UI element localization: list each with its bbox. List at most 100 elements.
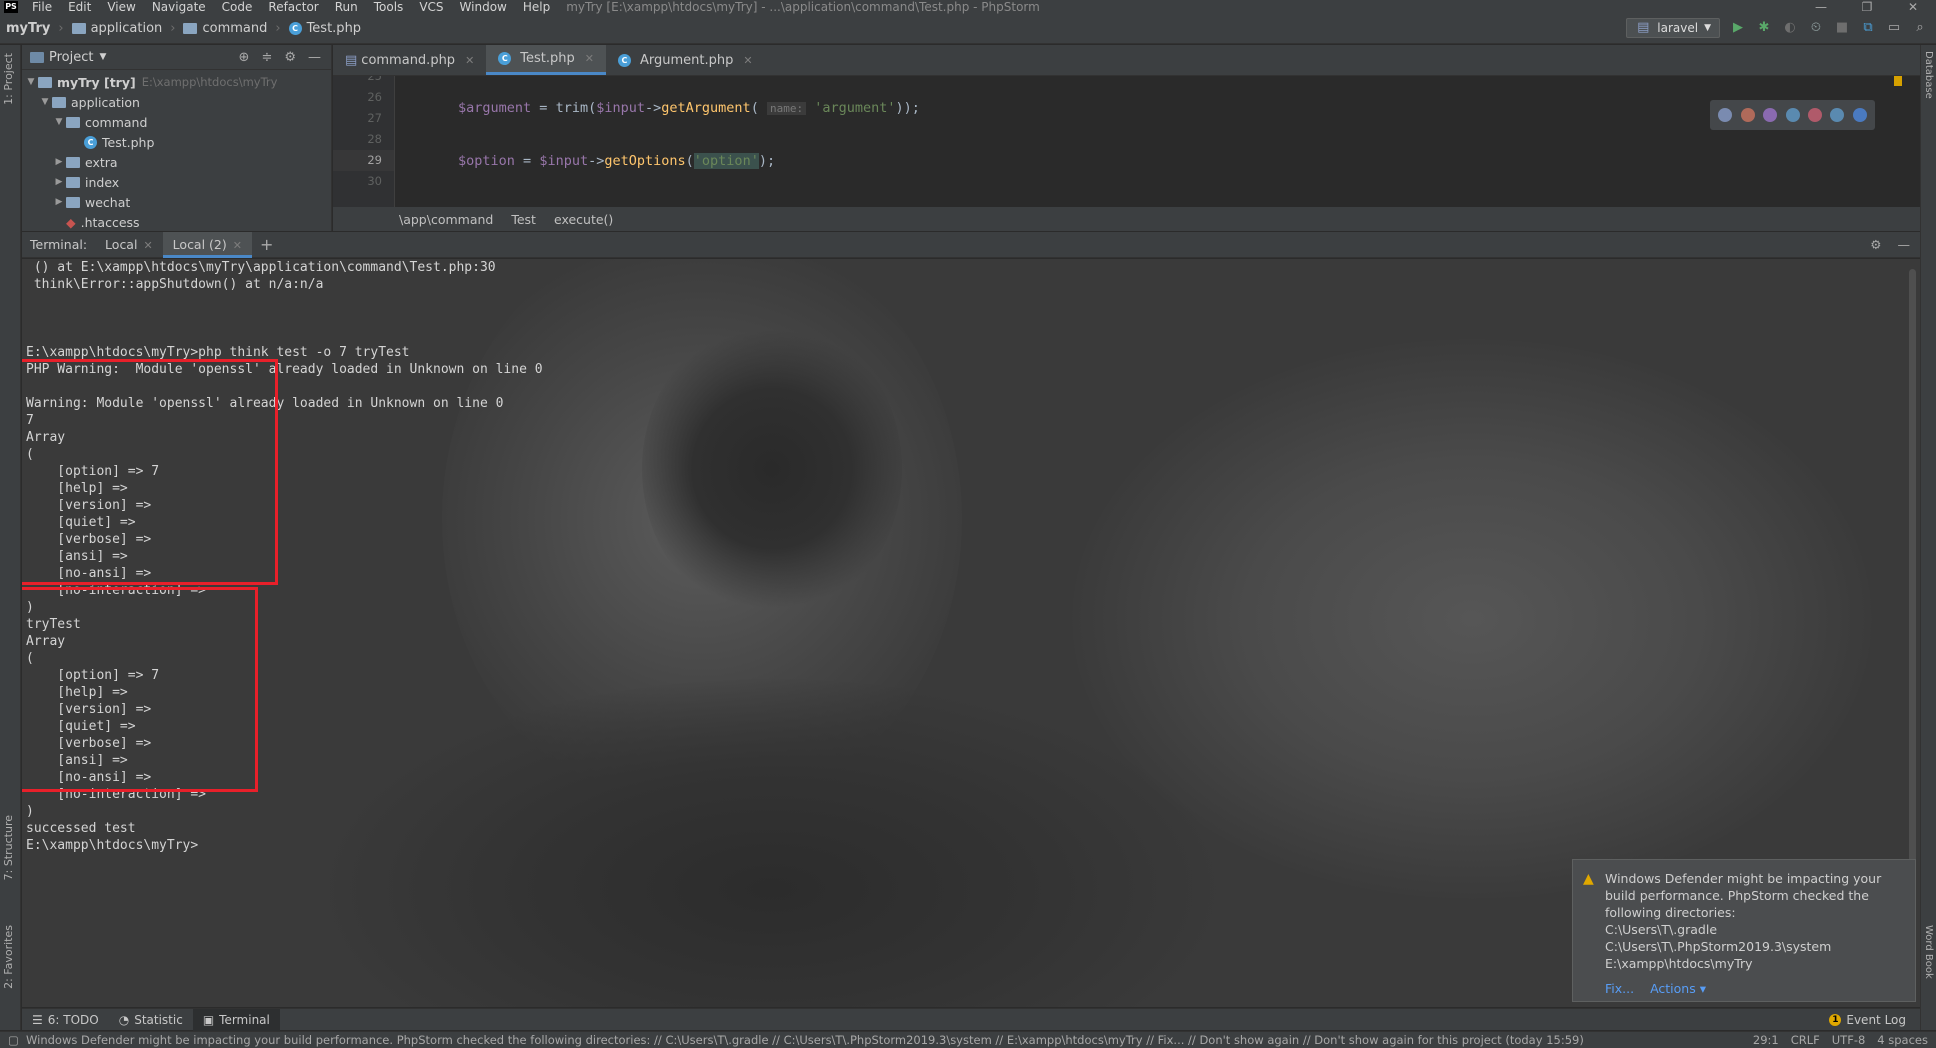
tab-label: Test.php [520, 51, 575, 66]
chevron-down-icon[interactable]: ▼ [99, 52, 106, 62]
php-script-icon: ▤ [1637, 20, 1650, 35]
restore-icon[interactable]: ❐ [1844, 0, 1890, 14]
tree-item-htaccess[interactable]: ◆ .htaccess [22, 212, 331, 231]
terminal-tab-local-2[interactable]: Local (2) ✕ [162, 231, 252, 258]
tree-item-label: wechat [85, 194, 131, 210]
nav-crumb-project[interactable]: myTry [0, 21, 58, 36]
menu-view[interactable]: View [99, 0, 143, 14]
breadcrumb-class[interactable]: Test [511, 212, 536, 227]
gear-icon[interactable]: ⚙ [284, 50, 296, 65]
edge-icon[interactable] [1852, 108, 1867, 122]
menu-vcs[interactable]: VCS [411, 0, 451, 14]
project-tool-tab[interactable]: 1: Project [2, 53, 15, 105]
breadcrumb-namespace[interactable]: \app\command [399, 212, 493, 227]
close-tab-icon[interactable]: ✕ [233, 239, 242, 252]
run-config-select[interactable]: ▤ laravel ▼ [1626, 18, 1720, 38]
collapse-icon[interactable]: ≑ [261, 50, 272, 65]
menu-tools[interactable]: Tools [366, 0, 412, 14]
safari-icon[interactable] [1785, 108, 1800, 122]
chevron-down-icon[interactable]: ▼ [52, 117, 66, 127]
profile-icon[interactable]: ⏲ [1808, 20, 1824, 36]
menu-code[interactable]: Code [214, 0, 261, 14]
menu-run[interactable]: Run [327, 0, 366, 14]
firefox-icon[interactable] [1763, 108, 1778, 122]
menu-edit[interactable]: Edit [60, 0, 99, 14]
nav-crumb-command[interactable]: command [177, 21, 275, 36]
opera-icon[interactable] [1807, 108, 1822, 122]
line-separator[interactable]: CRLF [1791, 1033, 1820, 1047]
minimize-icon[interactable]: — [1798, 0, 1844, 14]
chevron-right-icon[interactable]: ▶ [52, 177, 66, 187]
nav-crumb-application[interactable]: application [66, 21, 171, 36]
close-tab-icon[interactable]: ✕ [743, 54, 752, 67]
close-tab-icon[interactable]: ✕ [465, 54, 474, 67]
todo-tool-button[interactable]: ☰ 6: TODO [22, 1009, 109, 1031]
run-icon[interactable]: ▶ [1730, 20, 1746, 36]
coverage-icon[interactable]: ◐ [1782, 20, 1798, 36]
chevron-down-icon[interactable]: ▼ [38, 97, 52, 107]
tab-test-php[interactable]: C Test.php ✕ [486, 45, 606, 75]
nav-crumb-file[interactable]: C Test.php [283, 21, 369, 36]
terminal-tab-local[interactable]: Local ✕ [95, 232, 163, 258]
wordbook-tool-tab[interactable]: Word Book [1923, 925, 1934, 979]
warning-marker[interactable] [1894, 76, 1902, 86]
breadcrumb-method[interactable]: execute() [554, 212, 613, 227]
parameter-hint: name: [766, 102, 807, 115]
tab-argument-php[interactable]: C Argument.php ✕ [606, 45, 765, 75]
tab-command-php[interactable]: ▤ command.php ✕ [333, 45, 486, 75]
menu-refactor[interactable]: Refactor [260, 0, 326, 14]
tree-item-wechat[interactable]: ▶ wechat [22, 192, 331, 212]
menu-window[interactable]: Window [452, 0, 515, 14]
code-editor[interactable]: 25 26 27 28 29 30 $argument = trim($inpu… [333, 76, 1920, 207]
close-tab-icon[interactable]: ✕ [143, 239, 152, 252]
notification-dir: C:\Users\T\.PhpStorm2019.3\system [1605, 939, 1832, 954]
caret-position[interactable]: 29:1 [1753, 1033, 1779, 1047]
close-tab-icon[interactable]: ✕ [585, 52, 594, 65]
close-icon[interactable]: ✕ [1890, 0, 1936, 14]
chrome-icon[interactable] [1740, 108, 1755, 122]
tree-item-test-php[interactable]: C Test.php [22, 132, 331, 152]
search-icon[interactable]: ⌕ [1912, 20, 1928, 36]
new-terminal-icon[interactable]: + [260, 235, 273, 254]
terminal-tool-button[interactable]: ▣ Terminal [192, 1008, 280, 1031]
structure-tool-tab[interactable]: 7: Structure [2, 815, 15, 880]
debug-icon[interactable]: ✱ [1756, 20, 1772, 36]
chevron-down-icon[interactable]: ▼ [24, 77, 38, 87]
statistic-tool-button[interactable]: ◔ Statistic [109, 1009, 193, 1031]
hide-icon[interactable]: — [1898, 237, 1911, 252]
menu-navigate[interactable]: Navigate [144, 0, 214, 14]
tree-item-application[interactable]: ▼ application [22, 92, 331, 112]
chevron-right-icon[interactable]: ▶ [52, 157, 66, 167]
menu-help[interactable]: Help [515, 0, 558, 14]
phpstorm-browser-icon[interactable] [1718, 108, 1733, 122]
tree-item-command[interactable]: ▼ command [22, 112, 331, 132]
phpstorm-logo-icon: PS [4, 1, 18, 13]
window-controls: — ❐ ✕ [1798, 0, 1936, 14]
hide-icon[interactable]: — [308, 50, 321, 65]
favorites-tool-tab[interactable]: 2: Favorites [2, 925, 15, 989]
locate-icon[interactable]: ⊕ [239, 50, 250, 65]
highlight-box-option-output [22, 359, 278, 585]
fix-link[interactable]: Fix... [1605, 980, 1634, 997]
chevron-right-icon[interactable]: ▶ [52, 197, 66, 207]
translate-icon[interactable]: ⧉ [1860, 20, 1876, 36]
indent-setting[interactable]: 4 spaces [1877, 1033, 1928, 1047]
terminal-scrollbar[interactable] [1909, 269, 1916, 949]
tree-item-extra[interactable]: ▶ extra [22, 152, 331, 172]
status-message[interactable]: Windows Defender might be impacting your… [0, 1033, 1745, 1047]
php-file-icon: ▤ [345, 52, 358, 68]
tree-item-root[interactable]: ▼ myTry [try] E:\xampp\htdocs\myTry [22, 72, 331, 92]
folder-icon [183, 23, 198, 34]
actions-dropdown[interactable]: Actions ▾ [1650, 980, 1706, 997]
stop-icon[interactable]: ■ [1834, 20, 1850, 36]
layout-icon[interactable]: ▭ [1886, 20, 1902, 36]
tree-item-label: myTry [try] [57, 74, 136, 90]
event-log-button[interactable]: 1 Event Log [1829, 1013, 1920, 1027]
menu-file[interactable]: File [24, 0, 60, 14]
ie-icon[interactable] [1830, 108, 1845, 122]
project-view-select[interactable]: Project [49, 50, 93, 65]
tree-item-index[interactable]: ▶ index [22, 172, 331, 192]
gear-icon[interactable]: ⚙ [1870, 237, 1881, 252]
file-encoding[interactable]: UTF-8 [1832, 1033, 1866, 1047]
database-tool-tab[interactable]: Database [1923, 51, 1934, 99]
